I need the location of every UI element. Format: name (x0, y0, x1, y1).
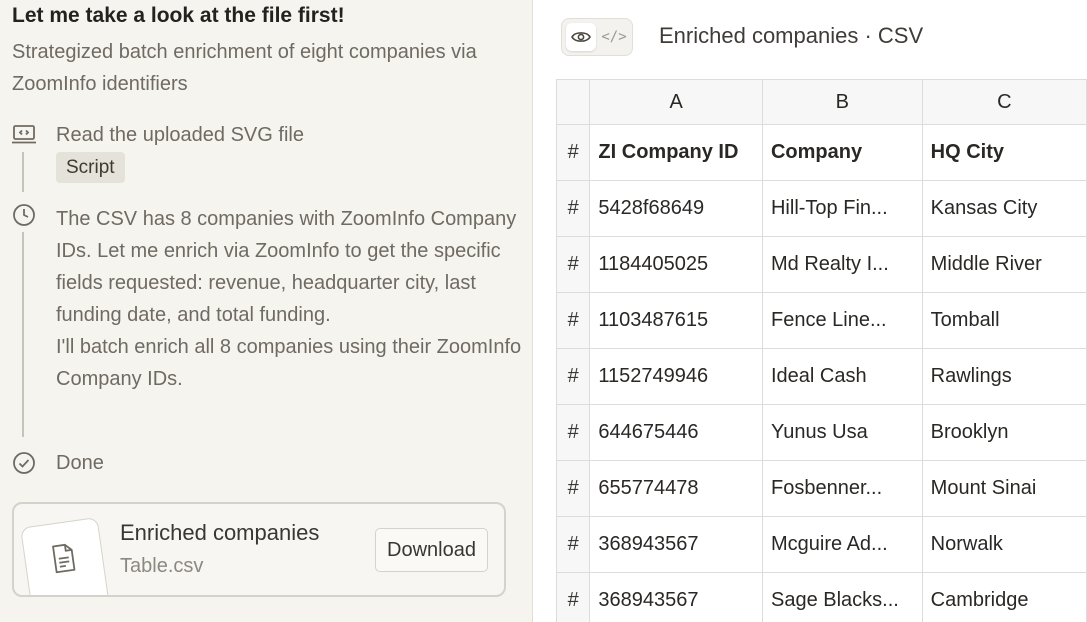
chat-panel: Let me take a look at the file first! St… (0, 0, 533, 622)
column-letter-row: A B C (555, 79, 1087, 125)
table-cell[interactable]: 1184405025 (589, 236, 763, 293)
timeline-line (22, 232, 24, 437)
row-marker: # (555, 460, 591, 517)
file-name: Table.csv (120, 555, 204, 577)
table-row: #655774478 Fosbenner... Mount Sinai (555, 460, 1087, 517)
table-row: #368943567 Mcguire Ad... Norwalk (555, 516, 1087, 573)
table-cell[interactable]: Hill-Top Fin... (761, 180, 923, 237)
step-reasoning: The CSV has 8 companies with ZoomInfo Co… (56, 203, 526, 395)
table-cell[interactable]: Ideal Cash (761, 348, 923, 405)
table-row: #5428f68649 Hill-Top Fin... Kansas City (555, 180, 1087, 237)
row-marker: # (555, 516, 591, 573)
eye-icon[interactable] (566, 23, 596, 51)
table-cell[interactable]: Cambridge (921, 572, 1087, 622)
table-row: #1103487615 Fence Line... Tomball (555, 292, 1087, 349)
table-cell[interactable]: Fence Line... (761, 292, 923, 349)
header-cell[interactable]: Company (761, 124, 923, 181)
table-cell[interactable]: 1152749946 (589, 348, 763, 405)
reasoning-text-2: I'll batch enrich all 8 companies using … (56, 336, 522, 390)
table-cell[interactable]: 644675446 (589, 404, 763, 461)
table-row: #1152749946 Ideal Cash Rawlings (555, 348, 1087, 405)
row-marker: # (555, 404, 591, 461)
table-row: #644675446 Yunus Usa Brooklyn (555, 404, 1087, 461)
table-cell[interactable]: 1103487615 (589, 292, 763, 349)
table-cell[interactable]: Tomball (921, 292, 1087, 349)
column-letter[interactable]: A (589, 79, 763, 125)
table-cell[interactable]: Norwalk (921, 516, 1087, 573)
download-button[interactable]: Download (375, 528, 488, 572)
clock-icon (10, 201, 38, 229)
row-marker: # (555, 124, 591, 181)
table-cell[interactable]: Kansas City (921, 180, 1087, 237)
row-marker: # (555, 180, 591, 237)
message-heading: Let me take a look at the file first! (12, 4, 345, 27)
document-thumbnail (20, 517, 110, 595)
table-cell[interactable]: Sage Blacks... (761, 572, 923, 622)
table-cell[interactable]: Mcguire Ad... (761, 516, 923, 573)
preview-title: Enriched companies · CSV (659, 23, 924, 48)
message-subtitle: Strategized batch enrichment of eight co… (12, 41, 477, 95)
reasoning-text: The CSV has 8 companies with ZoomInfo Co… (56, 208, 517, 326)
preview-panel: </> Enriched companies · CSV A B C # ZI … (534, 0, 1087, 622)
table-cell[interactable]: Fosbenner... (761, 460, 923, 517)
row-marker: # (555, 292, 591, 349)
table-row: #1184405025 Md Realty I... Middle River (555, 236, 1087, 293)
row-marker: # (555, 572, 591, 622)
view-toggle: </> (561, 18, 633, 56)
header-cell[interactable]: HQ City (921, 124, 1087, 181)
document-icon (49, 541, 80, 579)
header-cell[interactable]: ZI Company ID (589, 124, 763, 181)
check-circle-icon (10, 449, 38, 477)
table-cell[interactable]: 655774478 (589, 460, 763, 517)
table-cell[interactable]: 5428f68649 (589, 180, 763, 237)
script-tag[interactable]: Script (56, 152, 125, 183)
code-icon[interactable]: </> (599, 23, 629, 51)
table-cell[interactable]: 368943567 (589, 572, 763, 622)
column-letter[interactable]: B (761, 79, 923, 125)
corner-cell (555, 79, 591, 125)
table-cell[interactable]: Yunus Usa (761, 404, 923, 461)
table-cell[interactable]: Brooklyn (921, 404, 1087, 461)
header-row: # ZI Company ID Company HQ City (555, 124, 1087, 181)
table-cell[interactable]: Middle River (921, 236, 1087, 293)
timeline-line (22, 152, 24, 192)
table-cell[interactable]: 368943567 (589, 516, 763, 573)
csv-table: A B C # ZI Company ID Company HQ City #5… (555, 79, 1087, 622)
file-attachment-card[interactable]: Enriched companies Table.csv Download (12, 502, 506, 597)
step-done: Done (56, 452, 104, 474)
table-cell[interactable]: Mount Sinai (921, 460, 1087, 517)
code-window-icon (10, 121, 38, 149)
row-marker: # (555, 236, 591, 293)
step-read-file: Read the uploaded SVG file (56, 124, 304, 146)
column-letter[interactable]: C (921, 79, 1087, 125)
file-title: Enriched companies (120, 520, 320, 545)
table-cell[interactable]: Md Realty I... (761, 236, 923, 293)
row-marker: # (555, 348, 591, 405)
table-cell[interactable]: Rawlings (921, 348, 1087, 405)
table-row: #368943567 Sage Blacks... Cambridge (555, 572, 1087, 622)
